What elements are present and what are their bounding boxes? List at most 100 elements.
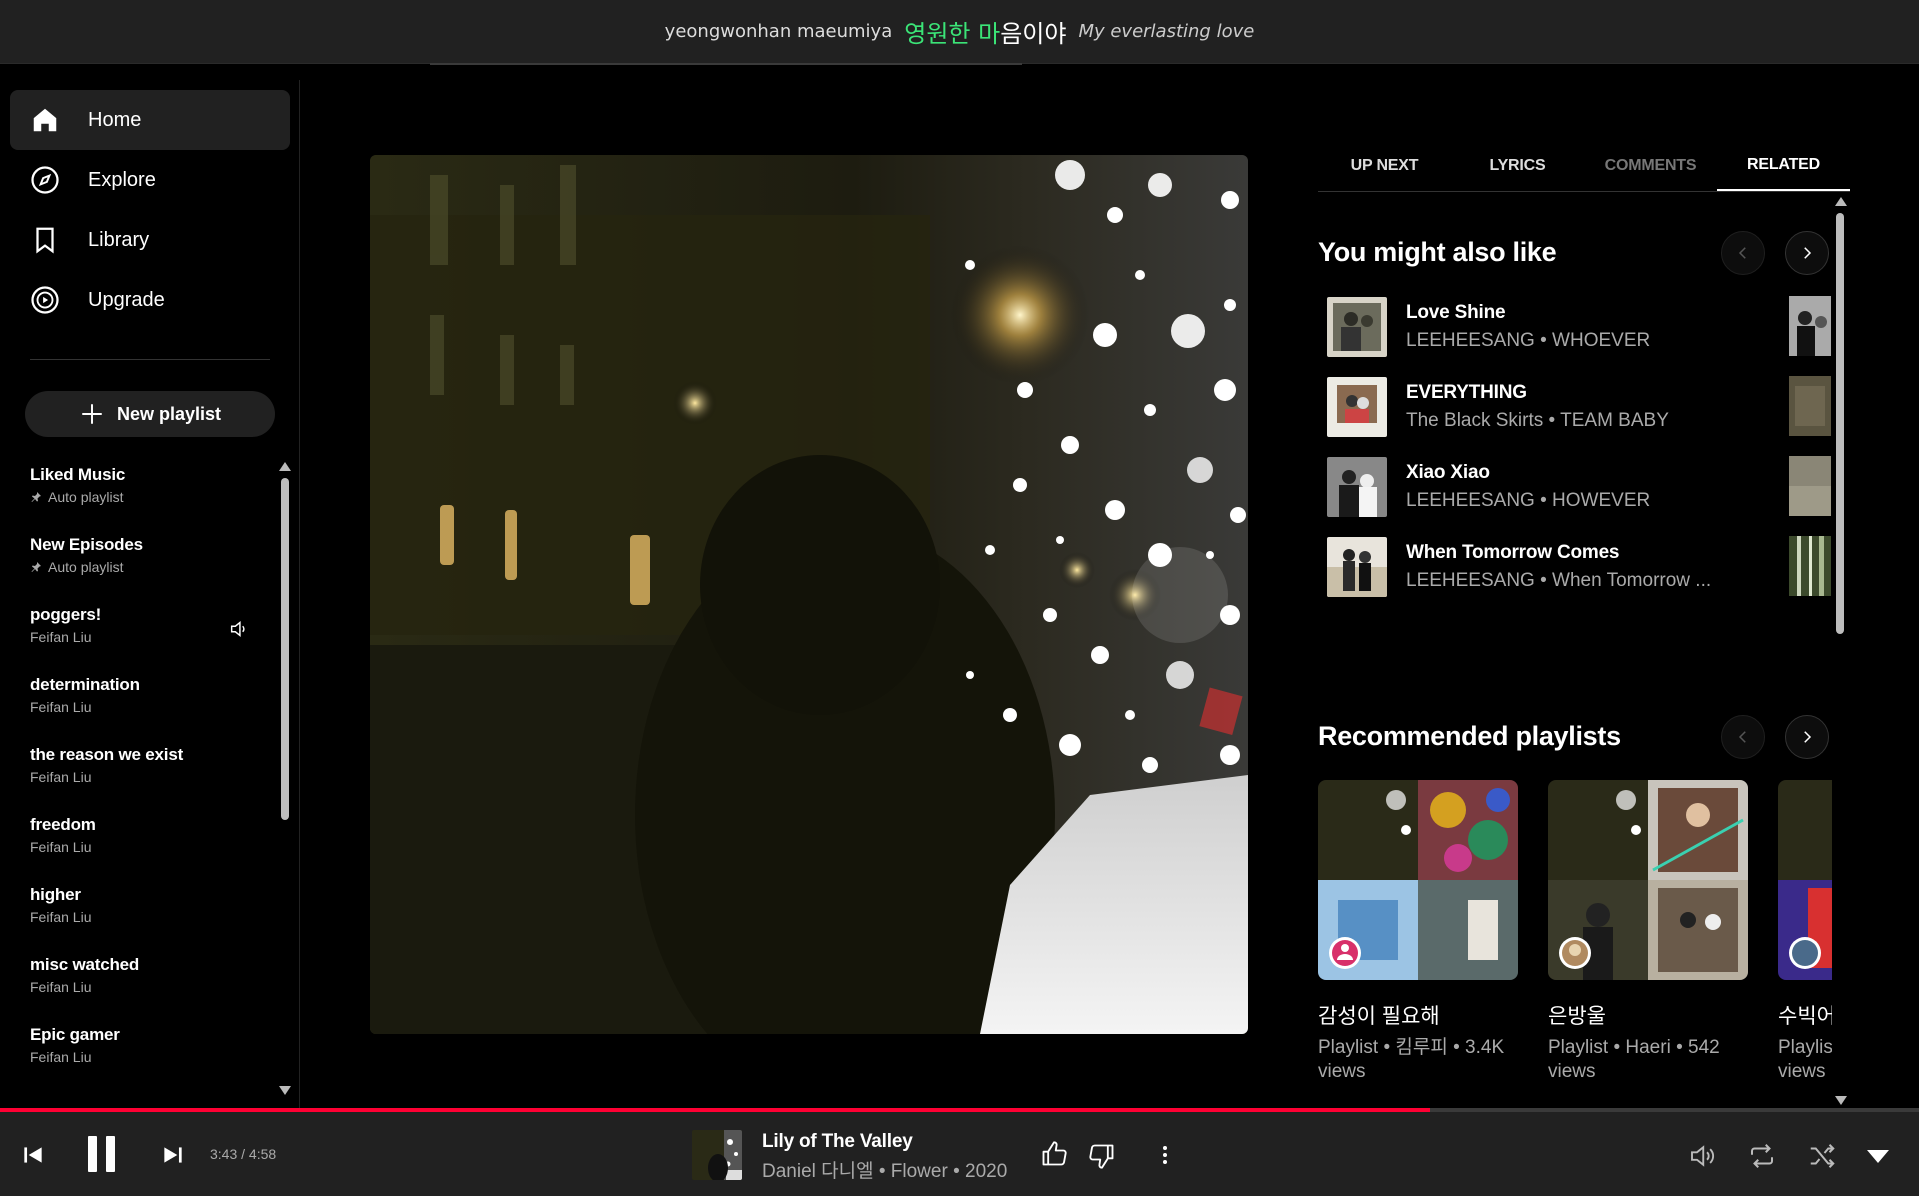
also-like-next-button[interactable] bbox=[1785, 231, 1829, 275]
volume-button[interactable] bbox=[1686, 1140, 1718, 1172]
pause-icon bbox=[88, 1136, 115, 1172]
song-title: When Tomorrow Comes bbox=[1406, 542, 1620, 563]
playlist-card-title: 감성이 필요해 bbox=[1318, 1005, 1440, 1028]
playlist-item-new-episodes[interactable]: New Episodes Auto playlist bbox=[0, 525, 280, 595]
shuffle-icon bbox=[1810, 1144, 1835, 1168]
related-song-row[interactable]: Love Shine LEEHEESANG • WHOEVER bbox=[1327, 296, 1827, 358]
song-title: EVERYTHING bbox=[1406, 382, 1527, 403]
playlist-collage-image bbox=[1318, 780, 1518, 980]
lyric-romanized: yeongwonhan maeumiya bbox=[664, 21, 893, 42]
peek-song-thumbnail[interactable] bbox=[1789, 296, 1831, 356]
related-song-row[interactable]: EVERYTHING The Black Skirts • TEAM BABY bbox=[1327, 376, 1827, 438]
now-playing-speaker-icon bbox=[230, 621, 245, 637]
like-button[interactable] bbox=[1038, 1138, 1070, 1170]
nav-home[interactable]: Home bbox=[10, 90, 290, 150]
song-thumbnail bbox=[1327, 457, 1387, 517]
lyric-divider bbox=[430, 63, 1022, 65]
playlist-item-the-reason-we-exist[interactable]: the reason we exist Feifan Liu bbox=[0, 735, 280, 805]
chevron-right-icon bbox=[1804, 247, 1812, 259]
playlist-card-subtitle: Playlist • 킴루피 • 3.4K views bbox=[1318, 1037, 1505, 1082]
related-scrollbar[interactable] bbox=[1836, 213, 1844, 634]
nav-explore-label: Explore bbox=[88, 168, 156, 191]
playlist-subtitle: Feifan Liu bbox=[30, 979, 92, 995]
play-circle-icon bbox=[31, 286, 59, 314]
sidebar-scroll-up[interactable] bbox=[279, 462, 291, 471]
song-thumbnail bbox=[1327, 377, 1387, 437]
song-thumbnail bbox=[1327, 537, 1387, 597]
playlist-item-higher[interactable]: higher Feifan Liu bbox=[0, 875, 280, 945]
repeat-button[interactable] bbox=[1746, 1140, 1778, 1172]
right-panel-tabs: UP NEXT LYRICS COMMENTS RELATED bbox=[1318, 140, 1850, 192]
recommended-playlist-card[interactable]: 감성이 필요해 Playlist • 킴루피 • 3.4K views bbox=[1318, 780, 1518, 1084]
recommended-playlists-carousel: 감성이 필요해 Playlist • 킴루피 • 3.4K views 은방울 … bbox=[1318, 770, 1832, 1100]
dislike-button[interactable] bbox=[1086, 1140, 1118, 1172]
also-like-prev-button[interactable] bbox=[1721, 231, 1765, 275]
playlist-subtitle: Feifan Liu bbox=[30, 769, 92, 785]
new-playlist-button[interactable]: New playlist bbox=[25, 391, 275, 437]
nav-upgrade[interactable]: Upgrade bbox=[10, 270, 290, 330]
playlist-item-freedom[interactable]: freedom Feifan Liu bbox=[0, 805, 280, 875]
pause-button[interactable] bbox=[82, 1134, 122, 1174]
now-playing-subtitle[interactable]: Daniel 다니엘 • Flower • 2020 bbox=[762, 1156, 1007, 1183]
tab-lyrics[interactable]: LYRICS bbox=[1451, 140, 1584, 191]
nav-upgrade-label: Upgrade bbox=[88, 288, 165, 311]
nav-library[interactable]: Library bbox=[10, 210, 290, 270]
more-options-button[interactable] bbox=[1150, 1140, 1180, 1170]
collapse-player-button[interactable] bbox=[1862, 1142, 1894, 1170]
also-like-title: You might also like bbox=[1318, 237, 1557, 267]
thumbs-up-icon bbox=[1042, 1141, 1067, 1166]
sidebar-scrollbar[interactable] bbox=[281, 478, 289, 820]
lyric-sung: 영원한 마 bbox=[904, 20, 1001, 48]
recommended-prev-button[interactable] bbox=[1721, 715, 1765, 759]
repeat-icon bbox=[1751, 1144, 1773, 1168]
nav-explore[interactable]: Explore bbox=[10, 150, 290, 210]
playlist-title: misc watched bbox=[30, 955, 140, 974]
nav-home-label: Home bbox=[88, 108, 142, 131]
previous-button[interactable] bbox=[18, 1140, 48, 1170]
song-title: Love Shine bbox=[1406, 302, 1506, 323]
recommended-playlist-card[interactable]: 수빅어 Playlis views bbox=[1778, 780, 1832, 1084]
tab-up-next[interactable]: UP NEXT bbox=[1318, 140, 1451, 191]
playlist-collage bbox=[1778, 780, 1832, 980]
playlist-subtitle: Auto playlist bbox=[30, 489, 280, 505]
song-thumbnail-image bbox=[1327, 457, 1387, 517]
player-bar: 3:43 / 4:58 Lily of The Valley Daniel 다니… bbox=[0, 1112, 1919, 1196]
related-song-row[interactable]: When Tomorrow Comes LEEHEESANG • When To… bbox=[1327, 536, 1827, 598]
now-playing-thumbnail[interactable] bbox=[692, 1130, 742, 1180]
playlist-title: New Episodes bbox=[30, 535, 143, 554]
recommended-playlist-card[interactable]: 은방울 Playlist • Haeri • 542 views bbox=[1548, 780, 1748, 1084]
sidebar-scroll-down[interactable] bbox=[279, 1086, 291, 1095]
playlist-card-subtitle: Playlist • Haeri • 542 views bbox=[1548, 1037, 1720, 1082]
shuffle-button[interactable] bbox=[1806, 1140, 1838, 1172]
home-icon bbox=[33, 108, 57, 132]
pin-icon bbox=[31, 492, 41, 502]
peek-song-thumbnail[interactable] bbox=[1789, 376, 1831, 436]
pin-icon bbox=[31, 562, 41, 572]
plus-icon bbox=[82, 404, 102, 424]
playlist-item-determination[interactable]: determination Feifan Liu bbox=[0, 665, 280, 735]
peek-thumbnail-image bbox=[1789, 296, 1831, 356]
tab-related[interactable]: RELATED bbox=[1717, 140, 1850, 191]
playlist-title: higher bbox=[30, 885, 81, 904]
playlist-collage-image bbox=[1548, 780, 1748, 980]
playlist-collage bbox=[1548, 780, 1748, 980]
playlist-title: determination bbox=[30, 675, 140, 694]
related-scroll-down[interactable] bbox=[1835, 1096, 1847, 1105]
playback-time: 3:43 / 4:58 bbox=[210, 1146, 277, 1162]
chevron-left-icon bbox=[1738, 247, 1746, 259]
playlist-item-liked-music[interactable]: Liked Music Auto playlist bbox=[0, 455, 280, 525]
related-scroll-up[interactable] bbox=[1835, 197, 1847, 206]
playlist-item-epic-gamer[interactable]: Epic gamer Feifan Liu bbox=[0, 1015, 280, 1085]
playlist-item-poggers[interactable]: poggers! Feifan Liu bbox=[0, 595, 280, 665]
tab-comments[interactable]: COMMENTS bbox=[1584, 140, 1717, 191]
playlist-item-misc-watched[interactable]: misc watched Feifan Liu bbox=[0, 945, 280, 1015]
now-playing-title[interactable]: Lily of The Valley bbox=[762, 1131, 913, 1153]
related-song-row[interactable]: Xiao Xiao LEEHEESANG • HOWEVER bbox=[1327, 456, 1827, 518]
bookmark-icon bbox=[36, 227, 54, 254]
playlist-title: Liked Music bbox=[30, 465, 126, 484]
recommended-next-button[interactable] bbox=[1785, 715, 1829, 759]
peek-song-thumbnail[interactable] bbox=[1789, 456, 1831, 516]
next-button[interactable] bbox=[158, 1140, 188, 1170]
triangle-down-icon bbox=[1867, 1150, 1889, 1163]
peek-song-thumbnail[interactable] bbox=[1789, 536, 1831, 596]
